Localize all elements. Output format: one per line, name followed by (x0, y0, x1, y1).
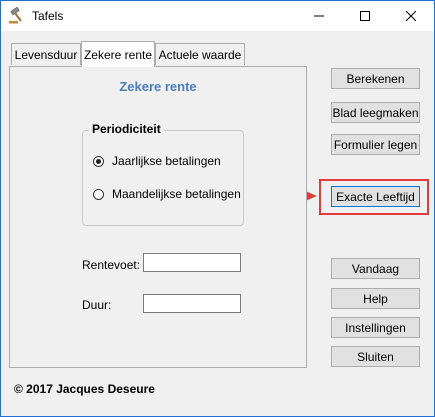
radio-maandelijks[interactable]: Maandelijkse betalingen (93, 187, 241, 201)
panel-title: Zekere rente (119, 79, 197, 94)
rentevoet-input[interactable] (143, 253, 241, 272)
copyright-text: © 2017 Jacques Deseure (14, 382, 155, 396)
radio-label: Jaarlijkse betalingen (112, 154, 221, 168)
vandaag-button[interactable]: Vandaag (331, 258, 420, 279)
close-button[interactable] (388, 1, 434, 31)
rentevoet-label: Rentevoet: (82, 258, 141, 272)
radio-button[interactable] (93, 188, 104, 200)
window-title: Tafels (32, 9, 64, 23)
minimize-icon (314, 15, 324, 17)
maximize-icon (360, 11, 370, 21)
tab-label: Actuele waarde (158, 47, 242, 62)
sluiten-button[interactable]: Sluiten (331, 346, 420, 367)
radio-jaarlijks[interactable]: Jaarlijkse betalingen (93, 154, 221, 168)
formulier-legen-button[interactable]: Formulier legen (331, 134, 420, 155)
tab-label: Levensduur (14, 47, 78, 62)
duur-input[interactable] (143, 294, 241, 313)
tab-actuele-waarde[interactable]: Actuele waarde (155, 43, 245, 65)
gavel-icon (8, 7, 26, 25)
radio-label: Maandelijkse betalingen (112, 187, 241, 201)
close-icon (406, 11, 416, 21)
maximize-button[interactable] (342, 1, 388, 31)
berekenen-button[interactable]: Berekenen (331, 68, 420, 89)
tab-panel: Zekere rente Periodiciteit Jaarlijkse be… (9, 66, 307, 368)
duur-label: Duur: (82, 298, 112, 312)
title-bar: Tafels (1, 1, 434, 31)
app-window: Tafels Levensduur Zekere rente Actuele w… (0, 0, 435, 417)
blad-leegmaken-button[interactable]: Blad leegmaken (331, 102, 420, 123)
tab-levensduur[interactable]: Levensduur (11, 43, 81, 65)
tab-zekere-rente[interactable]: Zekere rente (81, 41, 155, 67)
periodiciteit-group: Periodiciteit Jaarlijkse betalingen Maan… (82, 122, 244, 226)
exacte-leeftijd-button[interactable]: Exacte Leeftijd (331, 186, 420, 207)
minimize-button[interactable] (296, 1, 342, 31)
instellingen-button[interactable]: Instellingen (331, 317, 420, 338)
help-button[interactable]: Help (331, 288, 420, 309)
group-legend: Periodiciteit (89, 122, 164, 136)
tab-label: Zekere rente (83, 47, 153, 62)
radio-button-checked[interactable] (93, 155, 104, 167)
